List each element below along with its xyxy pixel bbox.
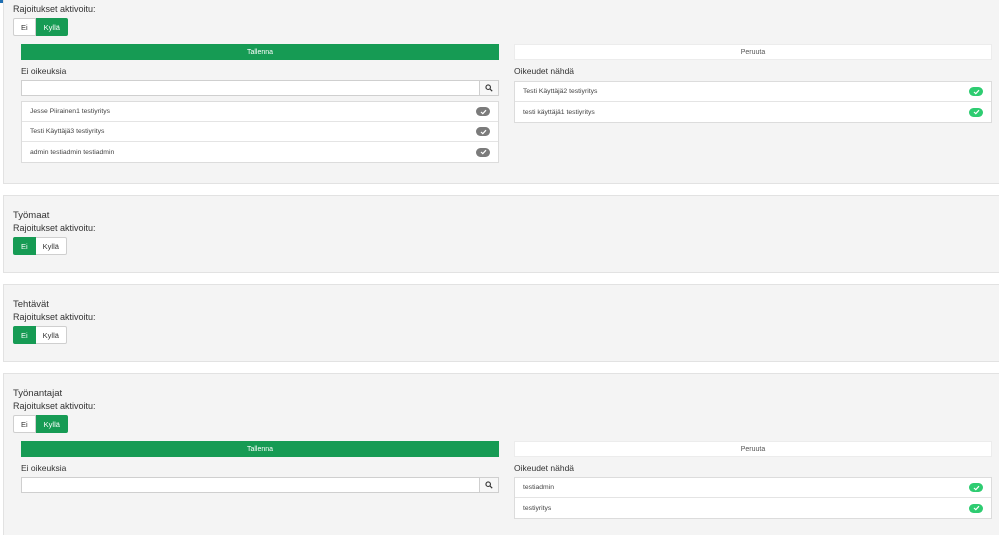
check-toggle-icon[interactable] [969, 503, 983, 513]
list-item-label: testiyritys [523, 504, 552, 512]
search-icon [485, 84, 493, 92]
toggle-no-button[interactable]: Ei [13, 415, 36, 433]
list-item[interactable]: Testi Käyttäjä2 testiyritys [515, 82, 991, 102]
section-title: Tehtävät [13, 299, 49, 310]
search-input[interactable] [21, 80, 479, 96]
search-button[interactable] [479, 80, 499, 96]
check-toggle-icon[interactable] [969, 107, 983, 117]
toggle-yes-button[interactable]: Kyllä [35, 326, 67, 344]
cancel-button[interactable]: Peruuta [514, 441, 992, 457]
toggle-no-button[interactable]: Ei [13, 326, 36, 344]
list-item[interactable]: admin testiadmin testiadmin [22, 142, 498, 162]
check-toggle-icon[interactable] [969, 483, 983, 492]
check-toggle-icon[interactable] [969, 87, 983, 96]
check-toggle-icon[interactable] [476, 147, 490, 157]
no-rights-title: Ei oikeuksia [21, 463, 67, 473]
toggle-yes-button[interactable]: Kyllä [35, 18, 68, 36]
check-toggle-icon[interactable] [476, 107, 490, 116]
rights-list: testiadmin testiyritys [514, 477, 992, 519]
search-input[interactable] [21, 477, 479, 493]
list-item[interactable]: testiadmin [515, 478, 991, 498]
rights-title: Oikeudet nähdä [514, 463, 575, 473]
permissions-panel-tehtavat: Tehtävät Rajoitukset aktivoitu: Ei Kyllä [3, 284, 999, 362]
restrictions-label: Rajoitukset aktivoitu: [13, 401, 96, 411]
restrictions-toggle: Ei Kyllä [13, 326, 67, 344]
permissions-panel-tyomaat: Työmaat Rajoitukset aktivoitu: Ei Kyllä [3, 195, 999, 273]
no-rights-list: Jesse Piirainen1 testiyritys Testi Käytt… [21, 101, 499, 163]
restrictions-label: Rajoitukset aktivoitu: [13, 312, 96, 322]
save-button[interactable]: Tallenna [21, 44, 499, 60]
list-item-label: Jesse Piirainen1 testiyritys [30, 108, 111, 115]
toggle-yes-button[interactable]: Kyllä [35, 237, 67, 255]
list-item[interactable]: testiyritys [515, 498, 991, 518]
user-search [21, 477, 499, 493]
rights-list: Testi Käyttäjä2 testiyritys testi käyttä… [514, 81, 992, 123]
list-item[interactable]: Testi Käyttäjä3 testiyritys [22, 122, 498, 142]
check-toggle-icon[interactable] [476, 127, 490, 136]
list-item-label: Testi Käyttäjä2 testiyritys [523, 88, 598, 95]
no-rights-title: Ei oikeuksia [21, 66, 67, 76]
list-item[interactable]: Jesse Piirainen1 testiyritys [22, 102, 498, 122]
list-item-label: testi käyttäjä1 testiyritys [523, 108, 595, 116]
restrictions-label: Rajoitukset aktivoitu: [13, 223, 96, 233]
restrictions-toggle: Ei Kyllä [13, 415, 68, 433]
section-title: Työmaat [13, 210, 50, 221]
toggle-no-button[interactable]: Ei [13, 18, 36, 36]
toggle-no-button[interactable]: Ei [13, 237, 36, 255]
list-item-label: testiadmin [523, 484, 554, 491]
search-icon [485, 481, 493, 489]
restrictions-label: Rajoitukset aktivoitu: [13, 4, 96, 14]
list-item-label: Testi Käyttäjä3 testiyritys [30, 128, 105, 135]
restrictions-toggle: Ei Kyllä [13, 18, 68, 36]
search-button[interactable] [479, 477, 499, 493]
list-item[interactable]: testi käyttäjä1 testiyritys [515, 102, 991, 122]
toggle-yes-button[interactable]: Kyllä [35, 415, 68, 433]
rights-title: Oikeudet nähdä [514, 66, 575, 76]
save-button[interactable]: Tallenna [21, 441, 499, 457]
restrictions-toggle: Ei Kyllä [13, 237, 67, 255]
permissions-panel-tyonantajat: Työnantajat Rajoitukset aktivoitu: Ei Ky… [3, 373, 999, 535]
list-item-label: admin testiadmin testiadmin [30, 148, 115, 156]
permissions-panel-1: Rajoitukset aktivoitu: Ei Kyllä Tallenna… [3, 0, 999, 184]
cancel-button[interactable]: Peruuta [514, 44, 992, 60]
user-search [21, 80, 499, 96]
section-title: Työnantajat [13, 388, 63, 399]
